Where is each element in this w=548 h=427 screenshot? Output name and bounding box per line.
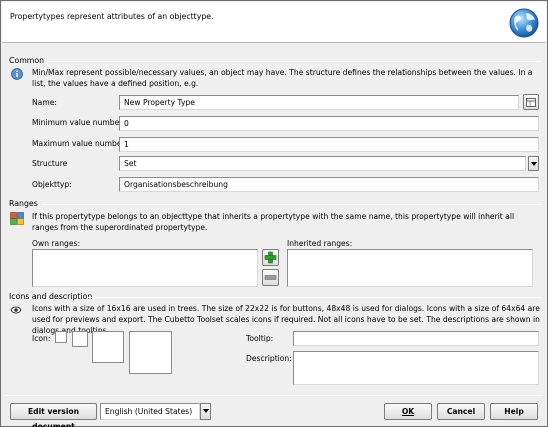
tooltip-input[interactable] xyxy=(293,331,539,346)
icon-48-slot[interactable] xyxy=(92,331,124,363)
min-value-label: Minimum value number: xyxy=(32,118,125,127)
icons-separator xyxy=(87,297,541,298)
cancel-button[interactable]: Cancel xyxy=(437,403,485,420)
icon-label: Icon: xyxy=(32,334,51,343)
banner-text: Propertytypes represent attributes of an… xyxy=(10,12,214,21)
info-icon xyxy=(11,68,23,80)
own-ranges-list[interactable] xyxy=(32,249,258,287)
edit-table-icon xyxy=(526,98,536,107)
dialog-banner: Propertytypes represent attributes of an… xyxy=(2,2,546,43)
structure-dropdown-arrow[interactable] xyxy=(528,156,539,171)
name-input[interactable]: New Property Type xyxy=(119,95,519,110)
minus-icon xyxy=(264,275,277,280)
objecttype-input[interactable]: Organisationsbeschreibung xyxy=(119,177,539,192)
own-ranges-label: Own ranges: xyxy=(32,239,81,248)
common-separator xyxy=(47,61,541,62)
plus-icon xyxy=(264,251,277,264)
edit-version-document-button[interactable]: Edit version document xyxy=(10,403,97,427)
structure-select[interactable]: Set xyxy=(119,156,526,171)
icon-64-slot[interactable] xyxy=(129,331,172,374)
common-info-text: Min/Max represent possible/necessary val… xyxy=(32,68,533,88)
name-localize-button[interactable] xyxy=(523,94,539,110)
add-range-button[interactable] xyxy=(262,249,279,266)
min-value-input[interactable]: 0 xyxy=(119,116,539,131)
icons-section-title: Icons and description xyxy=(9,292,93,301)
remove-range-button[interactable] xyxy=(262,269,279,286)
description-textarea[interactable] xyxy=(293,351,539,385)
ranges-section-title: Ranges xyxy=(9,199,38,208)
max-value-label: Maximum value number: xyxy=(32,139,128,148)
edit-version-label: Edit version document xyxy=(27,407,80,427)
common-section-title: Common xyxy=(9,56,45,65)
max-value-input[interactable]: 1 xyxy=(119,137,539,152)
icon-16-slot[interactable] xyxy=(55,331,67,343)
objecttype-label: Objekttyp: xyxy=(32,180,72,189)
help-label: Help xyxy=(504,407,524,416)
ok-button[interactable]: OK xyxy=(384,403,432,420)
eye-icon xyxy=(10,306,22,314)
ranges-info-text: If this propertytype belongs to an objec… xyxy=(32,212,515,232)
ranges-separator xyxy=(43,204,541,205)
property-type-dialog: Propertytypes represent attributes of an… xyxy=(0,0,548,427)
inherited-ranges-label: Inherited ranges: xyxy=(287,239,353,248)
globe-icon xyxy=(509,8,539,38)
structure-label: Structure xyxy=(32,159,68,168)
inherited-ranges-list[interactable] xyxy=(287,249,533,287)
footer-separator xyxy=(5,395,543,396)
language-select[interactable]: English (United States) xyxy=(100,403,200,420)
help-button[interactable]: Help xyxy=(490,403,538,420)
cancel-label: Cancel xyxy=(446,407,476,416)
description-label: Description: xyxy=(246,354,292,363)
tooltip-label: Tooltip: xyxy=(246,334,274,343)
name-label: Name: xyxy=(32,98,57,107)
icon-22-slot[interactable] xyxy=(72,331,88,347)
ranges-icon xyxy=(10,212,24,225)
language-dropdown-arrow[interactable] xyxy=(200,403,211,420)
ok-label: OK xyxy=(401,407,415,416)
